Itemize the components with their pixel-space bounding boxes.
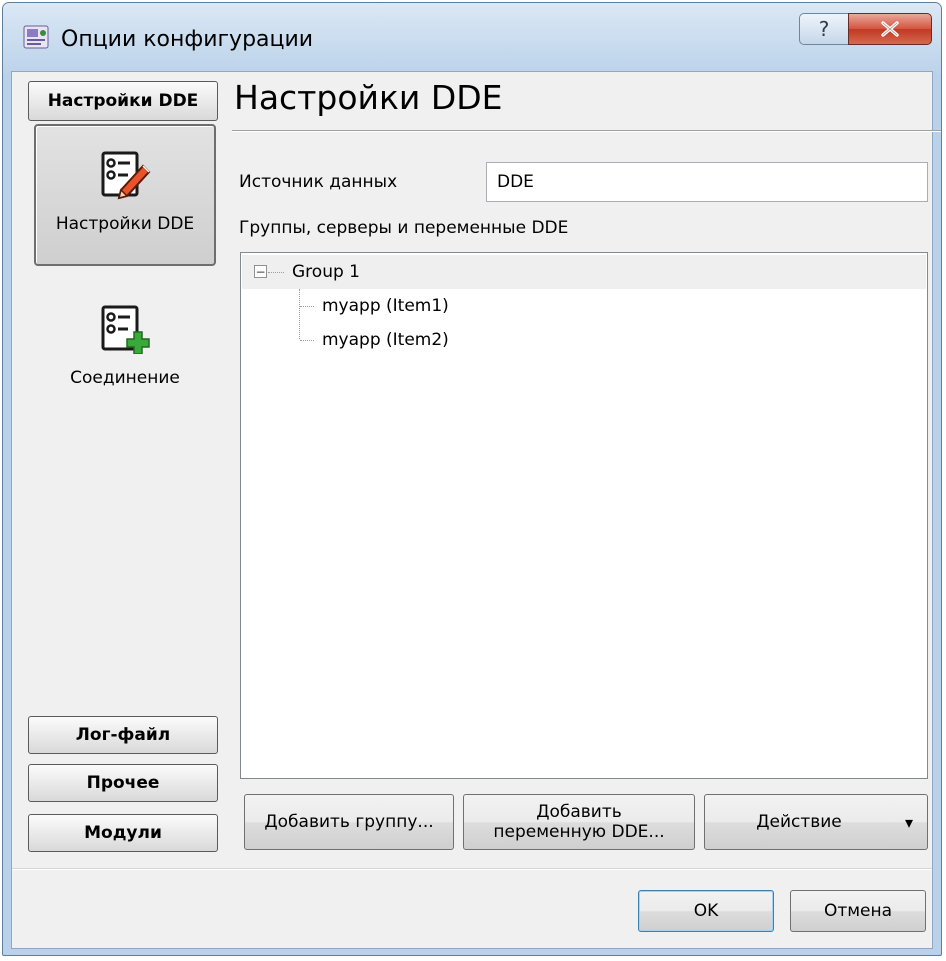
tree-connector	[300, 340, 314, 341]
sidebar-item-label: Соединение	[70, 368, 180, 388]
page-title: Настройки DDE	[234, 78, 503, 117]
tree-label: Группы, серверы и переменные DDE	[239, 218, 569, 238]
sidebar-item-dde-settings[interactable]: Настройки DDE	[34, 124, 216, 266]
footer-divider	[12, 868, 932, 869]
data-source-input[interactable]	[486, 162, 928, 202]
tree-connector	[300, 306, 314, 307]
tree-node-group[interactable]: − Group 1	[242, 255, 926, 289]
dialog-client-area: Настройки DDE Настройки DDE Соединение Л…	[11, 71, 941, 949]
data-source-label: Источник данных	[239, 172, 398, 192]
sidebar-item-misc[interactable]: Прочее	[28, 764, 218, 802]
collapse-toggle-icon[interactable]: −	[254, 265, 267, 278]
checklist-pencil-icon	[101, 151, 151, 200]
tree-node-item[interactable]: myapp (Item1)	[242, 289, 926, 323]
cancel-button[interactable]: Отмена	[790, 890, 926, 932]
dde-tree-view[interactable]: − Group 1 myapp (Item1) myapp (Item2)	[240, 252, 928, 779]
ok-button[interactable]: OK	[638, 890, 774, 932]
add-group-label: Добавить группу...	[264, 812, 434, 832]
close-icon	[881, 21, 899, 37]
checklist-plus-icon	[101, 305, 150, 354]
add-dde-variable-button[interactable]: Добавить переменную DDE...	[463, 794, 695, 850]
tree-node-label: Group 1	[292, 262, 360, 282]
sidebar-item-connection[interactable]: Соединение	[34, 280, 216, 422]
title-divider	[232, 130, 941, 131]
tree-node-label: myapp (Item1)	[322, 296, 449, 316]
cancel-label: Отмена	[823, 901, 893, 921]
add-group-button[interactable]: Добавить группу...	[244, 794, 454, 850]
sidebar-panel-header[interactable]: Настройки DDE	[28, 81, 218, 121]
tree-connector	[268, 272, 284, 273]
chevron-down-icon: ▾	[904, 812, 913, 832]
title-bar[interactable]: Опции конфигурации ?	[3, 3, 941, 73]
ok-label: OK	[693, 901, 719, 921]
close-button[interactable]	[848, 13, 932, 45]
sidebar-item-log-file[interactable]: Лог-файл	[28, 716, 218, 754]
help-button[interactable]: ?	[799, 13, 849, 45]
tree-node-item[interactable]: myapp (Item2)	[242, 323, 926, 357]
action-dropdown-button[interactable]: Действие ▾	[704, 794, 928, 850]
tree-node-label: myapp (Item2)	[322, 330, 449, 350]
window-title: Опции конфигурации	[61, 27, 314, 52]
help-icon: ?	[818, 17, 830, 41]
sidebar-item-modules[interactable]: Модули	[28, 814, 218, 852]
app-icon	[23, 25, 49, 49]
add-variable-label-line2: переменную DDE...	[493, 822, 665, 842]
dialog-window: Опции конфигурации ? Настройки DDE Настр…	[2, 2, 942, 956]
action-label: Действие	[756, 812, 842, 832]
add-variable-label-line1: Добавить	[536, 802, 622, 822]
sidebar-item-label: Настройки DDE	[55, 214, 195, 234]
